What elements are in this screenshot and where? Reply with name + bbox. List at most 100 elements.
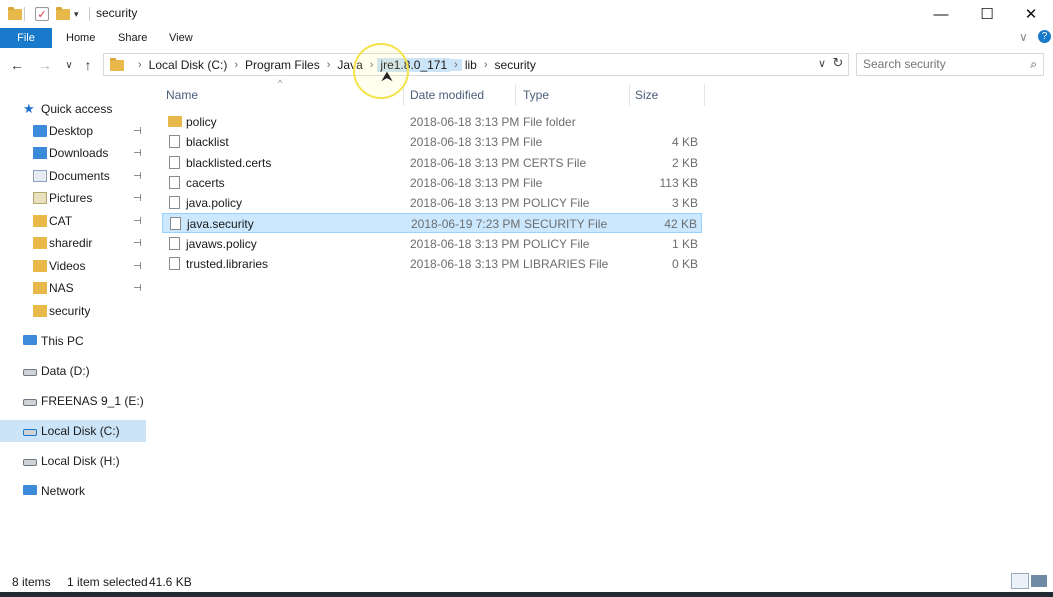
column-size[interactable]: Size xyxy=(630,84,705,106)
maximize-button[interactable]: ☐ xyxy=(964,0,1010,28)
divider xyxy=(89,7,90,21)
sidebar-item-pictures[interactable]: Pictures ⊣ xyxy=(0,187,146,209)
minimize-button[interactable]: — xyxy=(918,0,964,28)
drive-icon xyxy=(23,429,37,436)
file-row[interactable]: blacklisted.certs 2018-06-18 3:13 PM CER… xyxy=(162,153,702,173)
close-button[interactable]: ✕ xyxy=(1008,0,1053,28)
sidebar-item-cat[interactable]: CAT ⊣ xyxy=(0,210,146,232)
tab-home[interactable]: Home xyxy=(66,28,95,48)
sidebar-item-quick-access[interactable]: ★ Quick access xyxy=(0,98,146,120)
file-name: trusted.libraries xyxy=(186,257,269,271)
file-type: POLICY File xyxy=(523,237,590,251)
sidebar-item-nas[interactable]: NAS ⊣ xyxy=(0,277,146,299)
chevron-right-icon[interactable]: › xyxy=(450,59,462,71)
file-type: POLICY File xyxy=(523,196,590,210)
window-title: security xyxy=(96,6,138,20)
chevron-right-icon[interactable]: › xyxy=(134,59,146,71)
file-date: 2018-06-18 3:13 PM xyxy=(410,237,520,251)
folder-icon xyxy=(33,282,47,294)
file-icon xyxy=(169,196,180,209)
file-row[interactable]: policy 2018-06-18 3:13 PM File folder xyxy=(162,112,702,132)
address-dropdown-icon[interactable]: ∨ xyxy=(818,57,826,70)
file-type: CERTS File xyxy=(523,156,587,170)
search-icon[interactable]: ⌕ xyxy=(1030,57,1037,72)
sidebar-item-network[interactable]: Network xyxy=(0,480,146,502)
column-type[interactable]: Type xyxy=(516,84,630,106)
new-folder-icon[interactable] xyxy=(56,5,70,23)
sidebar-item-drive-h[interactable]: Local Disk (H:) xyxy=(0,450,146,472)
breadcrumb-item[interactable]: security xyxy=(492,58,539,72)
forward-button[interactable]: → xyxy=(35,54,55,76)
sidebar-item-label: Local Disk (H:) xyxy=(41,454,120,468)
file-type: SECURITY File xyxy=(524,217,608,231)
file-type: LIBRARIES File xyxy=(523,257,609,271)
file-name: blacklisted.certs xyxy=(186,156,272,170)
file-date: 2018-06-18 3:13 PM xyxy=(410,115,520,129)
file-row-selected[interactable]: java.security 2018-06-19 7:23 PM SECURIT… xyxy=(162,213,702,233)
file-name: java.policy xyxy=(186,196,243,210)
sidebar-item-documents[interactable]: Documents ⊣ xyxy=(0,165,146,187)
sidebar-item-security[interactable]: security xyxy=(0,300,146,322)
details-view-button[interactable] xyxy=(1011,573,1029,589)
back-button[interactable]: ← xyxy=(7,54,27,76)
file-icon xyxy=(170,217,181,230)
sidebar-item-drive-e[interactable]: FREENAS 9_1 (E:) xyxy=(0,390,146,412)
properties-icon[interactable]: ✓ xyxy=(35,7,49,21)
sidebar-item-drive-d[interactable]: Data (D:) xyxy=(0,360,146,382)
file-row[interactable]: java.policy 2018-06-18 3:13 PM POLICY Fi… xyxy=(162,193,702,213)
column-label: Type xyxy=(523,88,550,102)
file-name: java.security xyxy=(187,217,254,231)
file-row[interactable]: blacklist 2018-06-18 3:13 PM File 4 KB xyxy=(162,132,702,152)
ribbon-tabs: File Home Share View ∨ ? xyxy=(0,28,1053,48)
file-row[interactable]: cacerts 2018-06-18 3:13 PM File 113 KB xyxy=(162,173,702,193)
file-date: 2018-06-18 3:13 PM xyxy=(410,156,520,170)
pin-icon: ⊣ xyxy=(133,170,142,182)
file-row[interactable]: trusted.libraries 2018-06-18 3:13 PM LIB… xyxy=(162,254,702,274)
up-button[interactable]: ↑ xyxy=(78,54,98,76)
column-date-modified[interactable]: Date modified xyxy=(404,84,516,106)
sidebar-item-this-pc[interactable]: This PC xyxy=(0,330,146,352)
sidebar-item-downloads[interactable]: Downloads ⊣ xyxy=(0,142,146,164)
downloads-icon xyxy=(33,147,47,159)
search-input[interactable] xyxy=(863,57,1013,71)
chevron-right-icon[interactable]: › xyxy=(230,59,242,71)
tab-share[interactable]: Share xyxy=(118,28,147,48)
sidebar-item-videos[interactable]: Videos ⊣ xyxy=(0,255,146,277)
breadcrumb-item[interactable]: Program Files xyxy=(242,58,323,72)
taskbar-edge xyxy=(0,592,1053,597)
chevron-right-icon[interactable]: › xyxy=(480,59,492,71)
item-count: 8 items xyxy=(12,575,51,589)
folder-icon xyxy=(33,215,47,227)
drive-icon xyxy=(23,459,37,466)
desktop-icon xyxy=(33,125,47,137)
help-icon[interactable]: ? xyxy=(1038,30,1051,43)
address-bar[interactable]: › Local Disk (C:) › Program Files › Java… xyxy=(103,53,849,76)
mouse-pointer-icon: ⮝ xyxy=(381,68,393,84)
sidebar-item-label: security xyxy=(49,304,91,318)
pin-icon: ⊣ xyxy=(133,147,142,159)
breadcrumb-item[interactable]: Local Disk (C:) xyxy=(146,58,231,72)
tab-view[interactable]: View xyxy=(169,28,193,48)
file-size: 3 KB xyxy=(671,196,698,210)
breadcrumb: › Local Disk (C:) › Program Files › Java… xyxy=(134,58,539,72)
file-size: 1 KB xyxy=(671,237,698,251)
file-name: policy xyxy=(186,115,217,129)
drive-icon xyxy=(23,369,37,376)
refresh-icon[interactable]: ↻ xyxy=(828,55,848,75)
ribbon-collapse-icon[interactable]: ∨ xyxy=(1019,30,1028,44)
customize-qat-icon[interactable]: ▾ xyxy=(74,5,79,23)
search-box[interactable]: ⌕ xyxy=(856,53,1044,76)
sidebar-item-desktop[interactable]: Desktop ⊣ xyxy=(0,120,146,142)
sidebar-item-drive-c[interactable]: Local Disk (C:) xyxy=(0,420,146,442)
file-date: 2018-06-18 3:13 PM xyxy=(410,176,520,190)
file-row[interactable]: javaws.policy 2018-06-18 3:13 PM POLICY … xyxy=(162,234,702,254)
tab-file[interactable]: File xyxy=(0,28,52,48)
breadcrumb-item[interactable]: lib xyxy=(462,58,480,72)
chevron-right-icon[interactable]: › xyxy=(323,59,335,71)
folder-icon xyxy=(8,5,22,23)
large-icons-view-button[interactable] xyxy=(1031,575,1047,587)
recent-locations-button[interactable]: ∨ xyxy=(59,54,79,76)
sidebar-item-sharedir[interactable]: sharedir ⊣ xyxy=(0,232,146,254)
file-date: 2018-06-18 3:13 PM xyxy=(410,196,520,210)
divider xyxy=(24,7,25,21)
